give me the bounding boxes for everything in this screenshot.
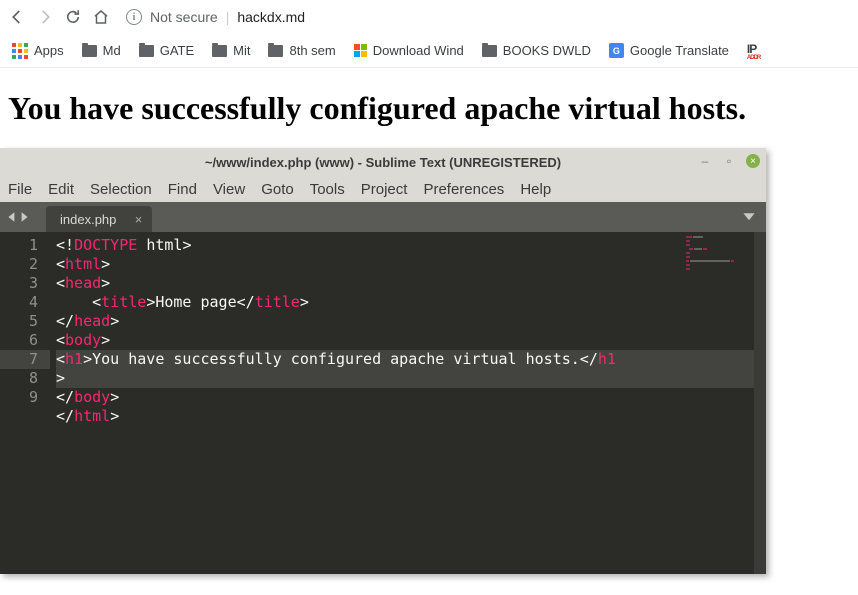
tab-next-icon[interactable] [18,211,30,223]
sublime-title: ~/www/index.php (www) - Sublime Text (UN… [205,155,561,170]
tab-indexphp[interactable]: index.php × [46,206,152,232]
minimize-button[interactable]: – [698,154,712,168]
info-icon: i [126,9,142,25]
bookmark-translate[interactable]: G Google Translate [609,43,729,58]
tab-bar: index.php × [0,202,766,232]
minimap[interactable] [686,236,760,276]
menu-find[interactable]: Find [168,181,197,198]
bookmark-folder-md[interactable]: Md [82,43,121,58]
code-content[interactable]: <!DOCTYPE html><html><head> <title>Home … [50,232,766,574]
editor-scrollbar[interactable] [754,232,766,574]
bookmark-folder-8thsem[interactable]: 8th sem [268,43,335,58]
apps-label: Apps [34,43,64,58]
page-heading: You have successfully configured apache … [8,90,850,127]
sublime-titlebar[interactable]: ~/www/index.php (www) - Sublime Text (UN… [0,148,766,176]
line-gutter: 1 2 3 4 5 6 7 8 9 [0,232,50,574]
bookmark-label: Download Wind [373,43,464,58]
url-text: hackdx.md [237,9,305,25]
menu-selection[interactable]: Selection [90,181,152,198]
bookmark-label: Md [103,43,121,58]
security-label: Not secure [150,9,218,25]
bookmark-folder-gate[interactable]: GATE [139,43,194,58]
back-button[interactable] [8,8,26,26]
tab-label: index.php [60,212,116,227]
bookmark-label: Google Translate [630,43,729,58]
address-bar[interactable]: i Not secure | hackdx.md [126,9,305,25]
close-button[interactable]: × [746,154,760,168]
microsoft-icon [354,44,367,57]
bookmark-label: 8th sem [289,43,335,58]
page-body: You have successfully configured apache … [0,68,858,149]
editor-area[interactable]: 1 2 3 4 5 6 7 8 9 <!DOCTYPE html><html><… [0,232,766,574]
tab-menu-button[interactable] [742,209,756,228]
bookmark-label: GATE [160,43,194,58]
menu-help[interactable]: Help [520,181,551,198]
menu-view[interactable]: View [213,181,245,198]
menu-goto[interactable]: Goto [261,181,294,198]
apps-icon [12,43,28,59]
bookmark-download[interactable]: Download Wind [354,43,464,58]
window-controls: – ▫ × [698,154,760,168]
menu-project[interactable]: Project [361,181,408,198]
sublime-menu-bar: File Edit Selection Find View Goto Tools… [0,176,766,202]
bookmark-folder-mit[interactable]: Mit [212,43,250,58]
forward-button[interactable] [36,8,54,26]
folder-icon [139,45,154,57]
ip-icon: IPADDR [747,42,760,60]
menu-preferences[interactable]: Preferences [423,181,504,198]
bookmark-ip[interactable]: IPADDR [747,42,760,60]
bookmark-label: BOOKS DWLD [503,43,591,58]
reload-button[interactable] [64,8,82,26]
folder-icon [212,45,227,57]
menu-file[interactable]: File [8,181,32,198]
folder-icon [268,45,283,57]
menu-edit[interactable]: Edit [48,181,74,198]
apps-button[interactable]: Apps [12,43,64,59]
home-button[interactable] [92,8,110,26]
bookmarks-bar: Apps Md GATE Mit 8th sem Download Wind B… [0,34,858,68]
tab-prev-icon[interactable] [6,211,18,223]
browser-nav-bar: i Not secure | hackdx.md [0,0,858,34]
sublime-window: ~/www/index.php (www) - Sublime Text (UN… [0,148,766,574]
tab-nav [0,202,36,232]
translate-icon: G [609,43,624,58]
folder-icon [82,45,97,57]
maximize-button[interactable]: ▫ [722,154,736,168]
menu-tools[interactable]: Tools [310,181,345,198]
folder-icon [482,45,497,57]
bookmark-label: Mit [233,43,250,58]
separator: | [226,9,230,25]
bookmark-folder-books[interactable]: BOOKS DWLD [482,43,591,58]
tab-close-icon[interactable]: × [135,212,143,227]
